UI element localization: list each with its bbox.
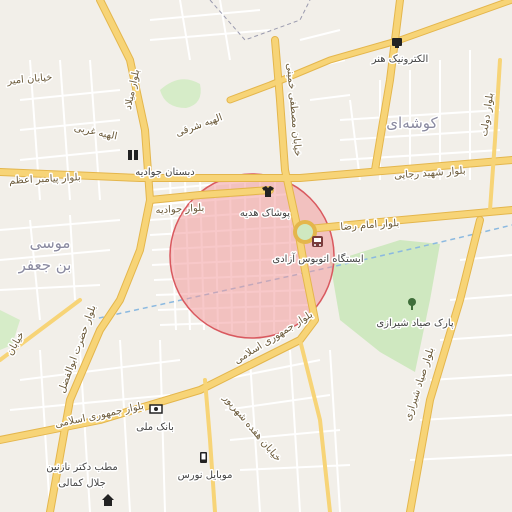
- poi-label-phone-shop[interactable]: موبایل نورس: [176, 469, 234, 483]
- area-label-moosa: موسی: [30, 234, 71, 252]
- poi-label-doctor-name[interactable]: جلال کمالی: [57, 477, 108, 491]
- bank-icon[interactable]: [149, 404, 163, 414]
- poi-label-bank[interactable]: بانک ملی: [135, 421, 176, 435]
- poi-label-electronics[interactable]: الکترونیک هنر: [369, 53, 429, 67]
- poi-label-park[interactable]: پارک صیاد شیرازی: [375, 317, 456, 331]
- bus-stop-icon[interactable]: [312, 236, 323, 247]
- poi-label-doctor[interactable]: مطب دکتر نازنین: [45, 461, 120, 475]
- map-view[interactable]: کوشه‌ای موسی بن جعفر خیابان امیر بلوار م…: [0, 0, 512, 512]
- phone-shop-icon[interactable]: [200, 452, 207, 463]
- poi-label-school[interactable]: دبستان جوادیه: [134, 166, 196, 180]
- area-label-ben-jafar: بن جعفر: [18, 256, 72, 274]
- poi-label-bus-stop[interactable]: ایستگاه اتوبوس آزادی: [271, 251, 365, 267]
- area-label-kooshe: کوشه‌ای: [386, 114, 438, 132]
- poi-label-clothing[interactable]: پوشاک هدیه: [238, 207, 291, 221]
